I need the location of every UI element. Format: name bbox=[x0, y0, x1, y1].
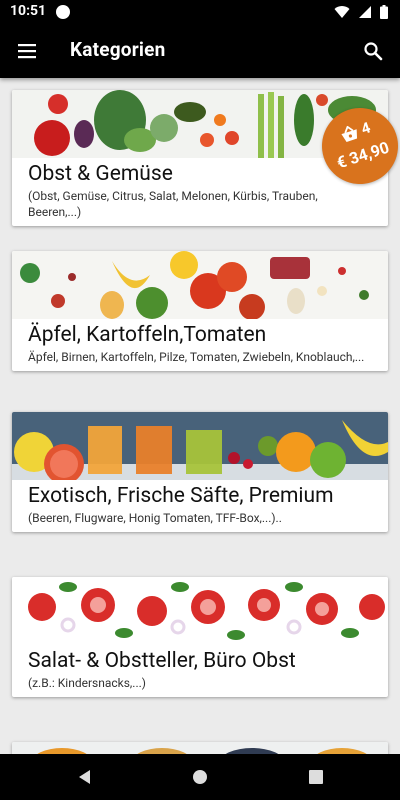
category-title: Salat- & Obstteller, Büro Obst bbox=[28, 649, 296, 673]
app-toolbar: Kategorien bbox=[0, 24, 400, 78]
battery-icon bbox=[380, 5, 388, 19]
category-image bbox=[12, 412, 388, 480]
category-card-aepfel-kartoffeln[interactable]: Äpfel, Kartoffeln,Tomaten Äpfel, Birnen,… bbox=[12, 251, 388, 371]
category-card-exotisch-saefte[interactable]: Exotisch, Frische Säfte, Premium (Beeren… bbox=[12, 412, 388, 532]
recents-square-icon bbox=[309, 770, 323, 784]
category-image bbox=[12, 577, 388, 645]
category-description: (Beeren, Flugware, Honig Tomaten, TFF-Bo… bbox=[28, 511, 282, 525]
nav-home-button[interactable] bbox=[188, 765, 212, 789]
category-description: Äpfel, Birnen, Kartoffeln, Pilze, Tomate… bbox=[28, 350, 365, 364]
category-list: Obst & Gemüse (Obst, Gemüse, Citrus, Sal… bbox=[0, 78, 400, 754]
system-nav-bar bbox=[0, 754, 400, 800]
page-title: Kategorien bbox=[70, 38, 166, 61]
back-triangle-icon bbox=[79, 770, 90, 784]
hamburger-icon bbox=[18, 44, 36, 59]
status-bar: 10:51 bbox=[0, 0, 400, 24]
nav-back-button[interactable] bbox=[72, 765, 96, 789]
category-title: Exotisch, Frische Säfte, Premium bbox=[28, 484, 334, 508]
app-notification-icon bbox=[56, 5, 70, 19]
status-time: 10:51 bbox=[10, 3, 47, 19]
category-description: (z.B.: Kindersnacks,...) bbox=[28, 676, 146, 690]
category-card-salat-obstteller[interactable]: Salat- & Obstteller, Büro Obst (z.B.: Ki… bbox=[12, 577, 388, 697]
category-title: Äpfel, Kartoffeln,Tomaten bbox=[28, 323, 267, 347]
wifi-icon bbox=[334, 6, 350, 19]
cart-count: 4 bbox=[358, 118, 373, 139]
home-circle-icon bbox=[193, 770, 207, 784]
signal-icon bbox=[359, 6, 371, 18]
category-image bbox=[12, 251, 388, 319]
basket-icon bbox=[341, 125, 357, 143]
nav-recents-button[interactable] bbox=[304, 765, 328, 789]
category-card-partial[interactable] bbox=[12, 742, 388, 754]
category-image bbox=[12, 742, 388, 754]
search-icon bbox=[364, 42, 383, 61]
search-button[interactable] bbox=[358, 36, 388, 66]
menu-button[interactable] bbox=[12, 36, 42, 66]
category-description: (Obst, Gemüse, Citrus, Salat, Melonen, K… bbox=[28, 189, 318, 219]
